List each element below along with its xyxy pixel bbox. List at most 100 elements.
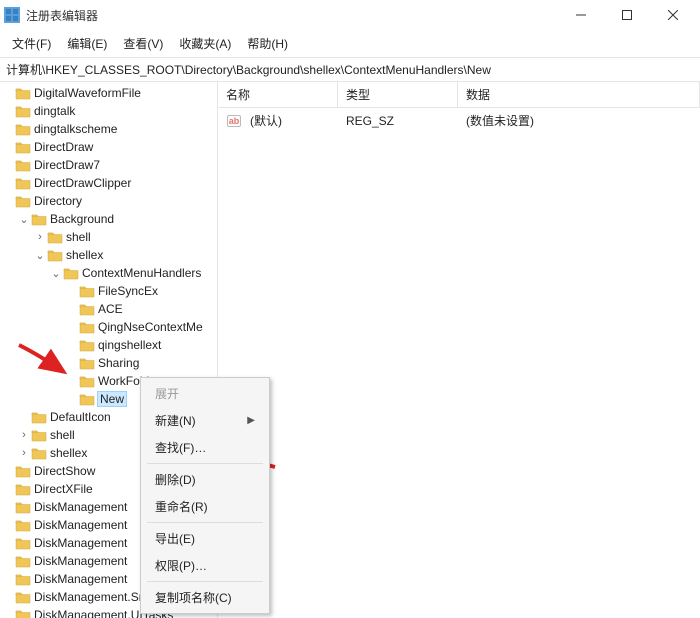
- list-header: 名称 类型 数据: [218, 82, 700, 108]
- folder-icon: [15, 122, 31, 136]
- tree-node[interactable]: ⌄ Background: [0, 210, 217, 228]
- tree-node-label: DiskManagement: [34, 518, 127, 532]
- collapse-icon[interactable]: ⌄: [18, 213, 30, 226]
- menu-edit[interactable]: 编辑(E): [59, 32, 115, 55]
- tree-node[interactable]: ⌄ shellex: [0, 246, 217, 264]
- folder-icon: [79, 320, 95, 334]
- collapse-icon[interactable]: ⌄: [50, 267, 62, 280]
- menu-help[interactable]: 帮助(H): [239, 32, 296, 55]
- tree-node[interactable]: Sharing: [0, 354, 217, 372]
- tree-node-label: FileSyncEx: [98, 284, 158, 298]
- folder-icon: [15, 104, 31, 118]
- string-value-icon: ab: [226, 113, 242, 129]
- tree-node-label: DiskManagement: [34, 554, 127, 568]
- folder-icon: [15, 482, 31, 496]
- content-area: DigitalWaveformFile dingtalk dingtalkschem…: [0, 82, 700, 618]
- list-pane[interactable]: 名称 类型 数据 ab(默认)REG_SZ(数值未设置): [218, 82, 700, 618]
- column-name[interactable]: 名称: [218, 82, 338, 107]
- expand-icon[interactable]: ›: [34, 231, 46, 243]
- folder-icon: [15, 536, 31, 550]
- collapse-icon[interactable]: ⌄: [34, 249, 46, 262]
- folder-icon: [15, 176, 31, 190]
- cm-separator: [147, 522, 263, 523]
- tree-node[interactable]: dingtalkscheme: [0, 120, 217, 138]
- folder-icon: [15, 554, 31, 568]
- list-row[interactable]: ab(默认)REG_SZ(数值未设置): [218, 108, 700, 133]
- tree-node-label: DirectDraw: [34, 140, 93, 154]
- cm-new[interactable]: 新建(N)▶: [143, 407, 267, 434]
- list-body: ab(默认)REG_SZ(数值未设置): [218, 108, 700, 133]
- folder-icon: [15, 194, 31, 208]
- folder-icon: [47, 230, 63, 244]
- folder-icon: [31, 428, 47, 442]
- tree-node-label: shell: [50, 428, 75, 442]
- folder-icon: [15, 572, 31, 586]
- tree-node[interactable]: QingNseContextMe: [0, 318, 217, 336]
- app-icon: [4, 7, 20, 23]
- expand-icon[interactable]: ›: [18, 447, 30, 459]
- cm-copy-key-name[interactable]: 复制项名称(C): [143, 584, 267, 611]
- cm-export[interactable]: 导出(E): [143, 525, 267, 552]
- maximize-button[interactable]: [604, 0, 650, 30]
- tree-node[interactable]: DirectDraw: [0, 138, 217, 156]
- column-data[interactable]: 数据: [458, 82, 700, 107]
- title-bar: 注册表编辑器: [0, 0, 700, 30]
- tree-node-label: DirectDrawClipper: [34, 176, 131, 190]
- cell-type: REG_SZ: [342, 112, 462, 130]
- tree-node-label: shell: [66, 230, 91, 244]
- tree-node-label: shellex: [50, 446, 87, 460]
- tree-node[interactable]: FileSyncEx: [0, 282, 217, 300]
- cell-data: (数值未设置): [462, 110, 700, 131]
- menu-bar: 文件(F) 编辑(E) 查看(V) 收藏夹(A) 帮助(H): [0, 30, 700, 58]
- tree-node-label: New: [98, 392, 126, 406]
- column-type[interactable]: 类型: [338, 82, 458, 107]
- folder-icon: [15, 518, 31, 532]
- cm-find[interactable]: 查找(F)…: [143, 434, 267, 461]
- cell-name: (默认): [246, 110, 342, 131]
- tree-node-label: DigitalWaveformFile: [34, 86, 141, 100]
- tree-node[interactable]: qingshellext: [0, 336, 217, 354]
- folder-icon: [47, 248, 63, 262]
- menu-view[interactable]: 查看(V): [115, 32, 171, 55]
- menu-favorites[interactable]: 收藏夹(A): [171, 32, 239, 55]
- tree-node[interactable]: dingtalk: [0, 102, 217, 120]
- tree-node-label: DirectShow: [34, 464, 95, 478]
- tree-node-label: shellex: [66, 248, 103, 262]
- cm-rename[interactable]: 重命名(R): [143, 493, 267, 520]
- tree-node[interactable]: DirectDraw7: [0, 156, 217, 174]
- folder-icon: [63, 266, 79, 280]
- tree-node[interactable]: Directory: [0, 192, 217, 210]
- close-button[interactable]: [650, 0, 696, 30]
- context-menu: 展开 新建(N)▶ 查找(F)… 删除(D) 重命名(R) 导出(E) 权限(P…: [140, 377, 270, 614]
- tree-node[interactable]: DigitalWaveformFile: [0, 84, 217, 102]
- folder-icon: [31, 410, 47, 424]
- window-controls: [558, 0, 696, 30]
- tree-node-label: Directory: [34, 194, 82, 208]
- tree-node-label: Sharing: [98, 356, 139, 370]
- tree-node[interactable]: DirectDrawClipper: [0, 174, 217, 192]
- tree-node[interactable]: › shell: [0, 228, 217, 246]
- menu-file[interactable]: 文件(F): [4, 32, 59, 55]
- expand-icon[interactable]: ›: [18, 429, 30, 441]
- tree-node-label: DiskManagement: [34, 500, 127, 514]
- tree-node-label: Background: [50, 212, 114, 226]
- cm-permissions[interactable]: 权限(P)…: [143, 552, 267, 579]
- tree-node-label: ContextMenuHandlers: [82, 266, 201, 280]
- cm-separator: [147, 463, 263, 464]
- tree-node-label: dingtalk: [34, 104, 75, 118]
- submenu-arrow-icon: ▶: [247, 415, 255, 426]
- tree-node[interactable]: ACE: [0, 300, 217, 318]
- folder-icon: [15, 140, 31, 154]
- cm-delete[interactable]: 删除(D): [143, 466, 267, 493]
- address-bar[interactable]: 计算机\HKEY_CLASSES_ROOT\Directory\Backgrou…: [0, 58, 700, 82]
- tree-node-label: dingtalkscheme: [34, 122, 117, 136]
- window-title: 注册表编辑器: [26, 7, 558, 24]
- tree-node-label: DiskManagement: [34, 572, 127, 586]
- folder-icon: [31, 212, 47, 226]
- folder-icon: [79, 338, 95, 352]
- tree-node-label: QingNseContextMe: [98, 320, 203, 334]
- folder-icon: [79, 356, 95, 370]
- tree-node-label: DiskManagement: [34, 536, 127, 550]
- minimize-button[interactable]: [558, 0, 604, 30]
- tree-node[interactable]: ⌄ ContextMenuHandlers: [0, 264, 217, 282]
